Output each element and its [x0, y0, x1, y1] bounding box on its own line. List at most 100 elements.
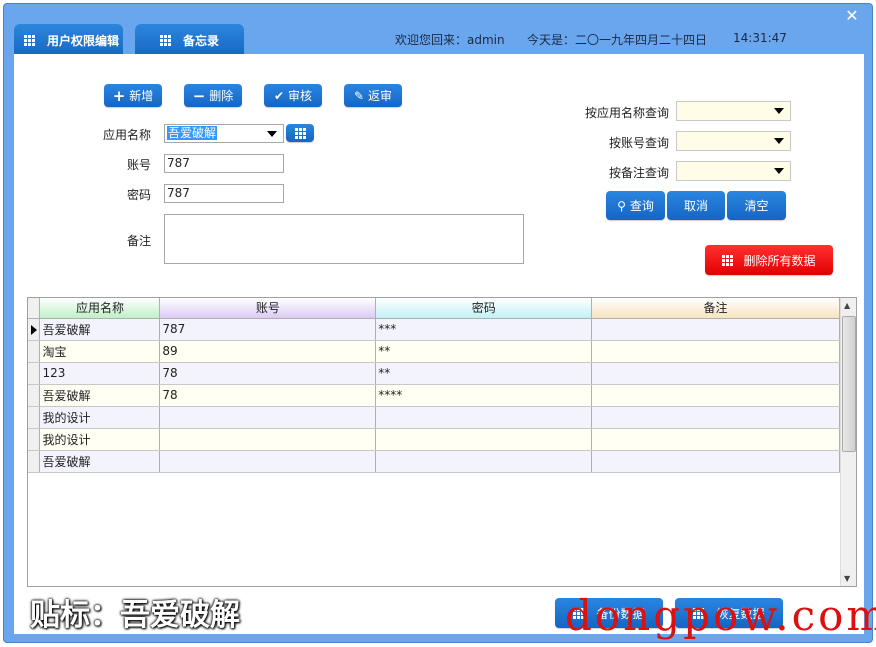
data-table: 应用名称 账号 密码 备注 吾爱破解 787 *** 淘宝 89 ** 123 78 ** 吾爱破… [28, 298, 840, 473]
row-header[interactable] [28, 384, 41, 407]
grid-icon [294, 127, 306, 139]
account-input[interactable]: 787 [164, 154, 284, 173]
scroll-up-icon[interactable]: ▲ [844, 301, 850, 310]
column-header-password[interactable]: 密码 [375, 298, 593, 319]
cell-note[interactable] [591, 362, 840, 385]
grid-icon [722, 254, 734, 266]
tab-label: 备忘录 [182, 34, 219, 48]
cancel-button[interactable]: 取消 [667, 191, 725, 220]
time-text: 14:31:47 [733, 31, 787, 45]
cell-app[interactable]: 123 [39, 362, 161, 385]
search-button[interactable]: ⚲ 查询 [606, 191, 665, 220]
add-button[interactable]: + 新增 [104, 84, 162, 107]
table-row[interactable]: 我的设计 [28, 428, 840, 451]
table-header-row: 应用名称 账号 密码 备注 [28, 298, 840, 319]
table-row[interactable]: 我的设计 [28, 406, 840, 429]
cell-password[interactable] [375, 450, 593, 473]
account-label: 账号 [126, 158, 151, 172]
query-note-label: 按备注查询 [608, 166, 669, 180]
date-text: 今天是：二〇一九年四月二十四日 [527, 33, 708, 47]
cell-note[interactable] [591, 450, 840, 473]
chevron-down-icon [774, 138, 784, 144]
watermark-site: dongpow.com [565, 591, 876, 640]
password-input[interactable]: 787 [164, 184, 284, 203]
review-button[interactable]: ✔ 审核 [264, 84, 322, 107]
cell-password[interactable] [375, 406, 593, 429]
cell-account[interactable] [159, 450, 377, 473]
delete-button[interactable]: − 删除 [184, 84, 242, 107]
chevron-down-icon [267, 131, 277, 137]
cell-account[interactable]: 89 [159, 340, 377, 363]
cell-account[interactable]: 787 [159, 318, 377, 341]
cell-account[interactable] [159, 406, 377, 429]
tab-user-permissions[interactable]: 用户权限编辑 [14, 24, 123, 57]
app-name-combo[interactable]: 吾爱破解 [164, 124, 284, 143]
app-name-label: 应用名称 [102, 128, 151, 142]
cell-app[interactable]: 我的设计 [39, 406, 161, 429]
note-label: 备注 [126, 234, 151, 248]
scroll-down-icon[interactable]: ▼ [844, 574, 850, 583]
clear-button[interactable]: 清空 [727, 191, 786, 220]
cell-app[interactable]: 我的设计 [39, 428, 161, 451]
column-header-note[interactable]: 备注 [591, 298, 840, 319]
table-row[interactable]: 吾爱破解 78 **** [28, 384, 840, 407]
row-header-corner [28, 298, 41, 319]
cell-note[interactable] [591, 340, 840, 363]
unreview-button[interactable]: ✎ 返审 [344, 84, 402, 107]
row-header[interactable] [28, 318, 41, 341]
edit-icon: ✎ [353, 88, 365, 103]
delete-all-button[interactable]: 删除所有数据 [705, 245, 833, 275]
cell-app[interactable]: 吾爱破解 [39, 450, 161, 473]
table-row[interactable]: 123 78 ** [28, 362, 840, 385]
cell-app[interactable]: 吾爱破解 [39, 384, 161, 407]
cell-password[interactable] [375, 428, 593, 451]
row-header[interactable] [28, 362, 41, 385]
cell-note[interactable] [591, 384, 840, 407]
grid-icon [24, 35, 35, 46]
cell-app[interactable]: 淘宝 [39, 340, 161, 363]
cell-password[interactable]: *** [375, 318, 593, 341]
row-header[interactable] [28, 340, 41, 363]
cell-note[interactable] [591, 318, 840, 341]
note-textarea[interactable] [164, 214, 524, 264]
row-header[interactable] [28, 450, 41, 473]
app-window: ✕ 用户权限编辑 备忘录 欢迎您回来：admin 今天是：二〇一九年四月二十四日… [3, 3, 873, 643]
query-account-combo[interactable] [676, 131, 791, 151]
cell-app[interactable]: 吾爱破解 [39, 318, 161, 341]
chevron-down-icon [774, 108, 784, 114]
table-row[interactable]: 吾爱破解 [28, 450, 840, 473]
close-icon[interactable]: ✕ [842, 7, 862, 25]
tab-label: 用户权限编辑 [47, 34, 120, 48]
cell-account[interactable]: 78 [159, 384, 377, 407]
scroll-thumb[interactable] [842, 316, 856, 452]
table-row[interactable]: 吾爱破解 787 *** [28, 318, 840, 341]
query-app-combo[interactable] [676, 101, 791, 121]
plus-icon: + [112, 86, 126, 105]
cell-password[interactable]: **** [375, 384, 593, 407]
table-row[interactable]: 淘宝 89 ** [28, 340, 840, 363]
grid-icon [159, 35, 171, 46]
query-note-combo[interactable] [676, 161, 791, 181]
cell-password[interactable]: ** [375, 362, 593, 385]
column-header-app[interactable]: 应用名称 [39, 298, 161, 319]
app-list-button[interactable] [286, 124, 314, 142]
vertical-scrollbar[interactable]: ▲ ▼ [840, 298, 856, 586]
current-row-pointer-icon [31, 324, 37, 335]
query-app-label: 按应用名称查询 [584, 106, 669, 120]
watermark-label: 贴标：吾爱破解 [30, 598, 240, 633]
cell-note[interactable] [591, 406, 840, 429]
tab-memo[interactable]: 备忘录 [135, 24, 244, 57]
column-header-account[interactable]: 账号 [159, 298, 377, 319]
cell-password[interactable]: ** [375, 340, 593, 363]
search-icon: ⚲ [617, 198, 626, 213]
check-icon: ✔ [273, 88, 285, 103]
row-header[interactable] [28, 428, 41, 451]
main-panel: + 新增 − 删除 ✔ 审核 ✎ 返审 应用名称 吾爱破解 账号 787 密码 … [14, 54, 864, 634]
welcome-text: 欢迎您回来：admin [395, 33, 505, 47]
cell-account[interactable]: 78 [159, 362, 377, 385]
password-label: 密码 [126, 188, 151, 202]
query-account-label: 按账号查询 [608, 136, 669, 150]
cell-note[interactable] [591, 428, 840, 451]
cell-account[interactable] [159, 428, 377, 451]
row-header[interactable] [28, 406, 41, 429]
